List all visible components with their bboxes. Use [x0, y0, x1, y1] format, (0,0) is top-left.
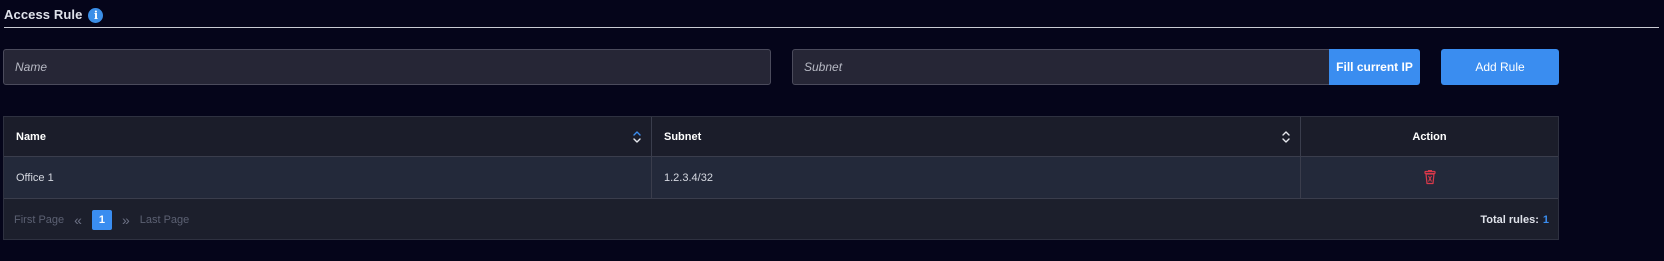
column-header-action: Action: [1301, 117, 1558, 156]
row-name-cell: Office 1: [4, 157, 652, 198]
total-rules-count: 1: [1542, 214, 1549, 226]
sort-icon[interactable]: [632, 129, 642, 145]
subnet-field-wrapper: [792, 49, 1330, 85]
fill-current-ip-button[interactable]: Fill current IP: [1329, 49, 1420, 85]
trash-icon[interactable]: [1422, 169, 1438, 185]
table-header: Name Subnet Action: [4, 117, 1558, 157]
column-header-label: Name: [16, 130, 46, 143]
table-row: Office 1 1.2.3.4/32: [4, 157, 1558, 199]
double-chevron-left-icon[interactable]: «: [74, 213, 82, 227]
pagination: First Page « 1 » Last Page Total rules: …: [4, 200, 1558, 240]
column-header-label: Subnet: [664, 130, 702, 143]
header-divider: [4, 27, 1659, 28]
column-header-subnet[interactable]: Subnet: [652, 117, 1301, 156]
total-rules-label: Total rules:: [1480, 214, 1539, 226]
sort-icon[interactable]: [1281, 129, 1291, 145]
add-rule-button[interactable]: Add Rule: [1441, 49, 1559, 85]
row-action-cell: [1301, 157, 1558, 198]
name-field-wrapper: [3, 49, 771, 85]
row-subnet-cell: 1.2.3.4/32: [652, 157, 1301, 198]
name-input[interactable]: [15, 60, 770, 74]
info-icon[interactable]: i: [88, 7, 104, 23]
subnet-input[interactable]: [804, 60, 1329, 74]
first-page-link[interactable]: First Page: [14, 214, 64, 226]
current-page-button[interactable]: 1: [91, 210, 112, 230]
section-header: Access Rule i: [4, 3, 104, 25]
access-rules-table: Name Subnet Action Office 1 1.2.3.4/32 F…: [3, 116, 1559, 240]
section-title: Access Rule: [4, 6, 83, 22]
double-chevron-right-icon[interactable]: »: [122, 213, 130, 227]
total-rules: Total rules: 1: [1480, 200, 1549, 240]
column-header-name[interactable]: Name: [4, 117, 652, 156]
last-page-link[interactable]: Last Page: [140, 214, 190, 226]
column-header-label: Action: [1412, 130, 1447, 143]
